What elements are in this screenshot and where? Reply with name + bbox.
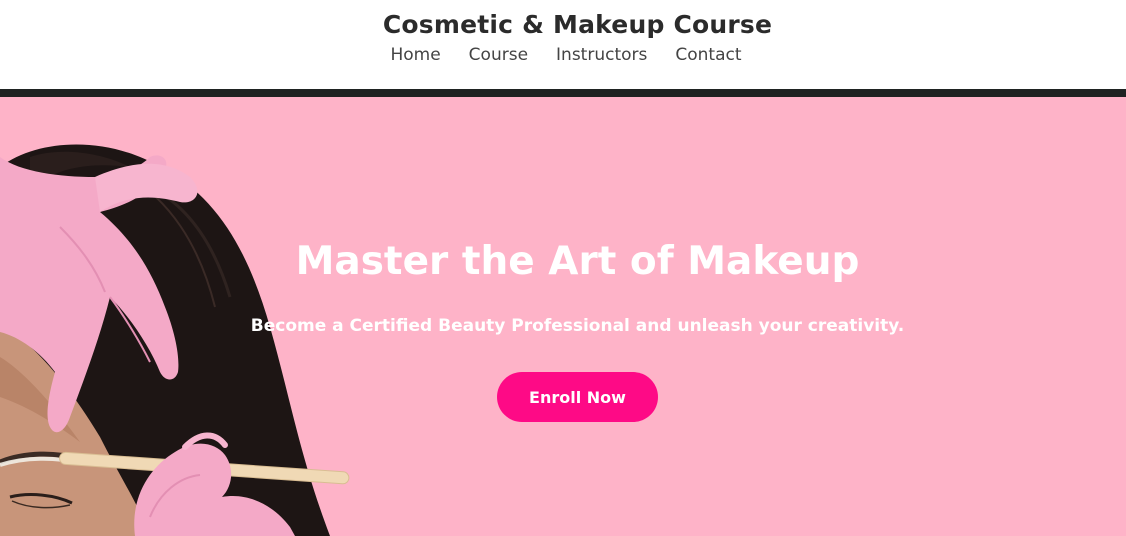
site-title: Cosmetic & Makeup Course xyxy=(382,10,773,39)
hero-subtitle: Become a Certified Beauty Professional a… xyxy=(250,316,905,336)
site-header: Cosmetic & Makeup Course Home Course Ins… xyxy=(0,0,1126,89)
header-divider xyxy=(0,89,1126,97)
hero-title: Master the Art of Makeup xyxy=(295,239,860,284)
main-nav: Home Course Instructors Contact xyxy=(0,45,1126,65)
nav-link-instructors[interactable]: Instructors xyxy=(556,45,647,65)
nav-link-course[interactable]: Course xyxy=(469,45,528,65)
nav-link-home[interactable]: Home xyxy=(390,45,440,65)
nav-link-contact[interactable]: Contact xyxy=(675,45,741,65)
hero-banner: Master the Art of Makeup Become a Certif… xyxy=(0,97,1126,536)
enroll-now-button[interactable]: Enroll Now xyxy=(497,372,658,422)
